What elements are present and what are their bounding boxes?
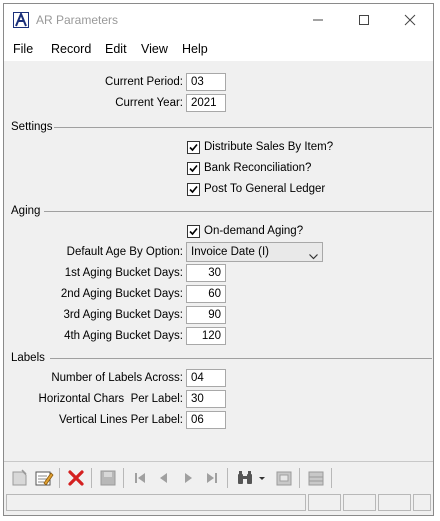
bucket2-field[interactable]: 60 (186, 285, 226, 303)
bucket3-field[interactable]: 90 (186, 306, 226, 324)
bank-reconciliation-checkbox[interactable] (187, 162, 200, 175)
labels-across-label: Number of Labels Across: (51, 372, 183, 384)
default-age-label: Default Age By Option: (66, 246, 183, 258)
toolbar-separator (299, 468, 300, 488)
labels-section-title: Labels (11, 352, 45, 364)
chevron-down-icon (309, 248, 318, 266)
distribute-sales-label: Distribute Sales By Item? (204, 141, 334, 153)
status-panel-2 (343, 494, 376, 511)
menu-edit[interactable]: Edit (105, 42, 127, 56)
settings-section-title: Settings (11, 121, 53, 133)
menu-record[interactable]: Record (51, 42, 91, 56)
aging-divider (44, 211, 432, 212)
edit-record-icon[interactable] (34, 468, 54, 488)
current-period-field[interactable]: 03 (186, 73, 226, 91)
labels-across-field[interactable]: 04 (186, 369, 226, 387)
horizontal-chars-field[interactable]: 30 (186, 390, 226, 408)
find-binoculars-icon[interactable] (235, 468, 255, 488)
bucket3-label: 3rd Aging Bucket Days: (63, 309, 183, 321)
status-panel-main (6, 494, 306, 511)
last-record-icon[interactable] (202, 468, 222, 488)
bucket1-label: 1st Aging Bucket Days: (64, 267, 183, 279)
toolbar (4, 461, 433, 492)
labels-divider (50, 358, 432, 359)
toolbar-separator (227, 468, 228, 488)
menu-bar: File Record Edit View Help (4, 36, 433, 61)
find-dropdown-icon[interactable] (257, 468, 267, 488)
menu-view[interactable]: View (141, 42, 168, 56)
bucket4-label: 4th Aging Bucket Days: (64, 330, 183, 342)
bucket1-field[interactable]: 30 (186, 264, 226, 282)
current-period-label: Current Period: (105, 76, 183, 88)
default-age-selected-value: Invoice Date (I) (191, 246, 269, 258)
maximize-button[interactable] (341, 4, 387, 36)
window-title: AR Parameters (36, 13, 119, 27)
toolbar-separator (123, 468, 124, 488)
bucket4-field[interactable]: 120 (186, 327, 226, 345)
form-content: Current Period: 03 Current Year: 2021 Se… (4, 61, 433, 481)
current-year-label: Current Year: (115, 97, 183, 109)
default-age-select[interactable]: Invoice Date (I) (186, 242, 323, 262)
app-logo-icon (13, 11, 29, 28)
menu-file[interactable]: File (13, 42, 33, 56)
close-button[interactable] (387, 4, 433, 36)
aging-section-title: Aging (11, 205, 41, 217)
title-bar[interactable]: AR Parameters (4, 4, 433, 36)
post-to-gl-label: Post To General Ledger (204, 183, 326, 195)
status-panel-1 (308, 494, 341, 511)
toolbar-separator (59, 468, 60, 488)
current-year-field[interactable]: 2021 (186, 94, 226, 112)
on-demand-aging-label: On-demand Aging? (204, 225, 304, 237)
toolbar-separator (91, 468, 92, 488)
settings-divider (54, 127, 432, 128)
status-bar (4, 492, 433, 515)
vertical-lines-label: Vertical Lines Per Label: (58, 414, 183, 426)
next-record-icon[interactable] (178, 468, 198, 488)
save-icon[interactable] (98, 468, 118, 488)
list-view-icon[interactable] (306, 468, 326, 488)
bank-reconciliation-label: Bank Reconciliation? (204, 162, 312, 174)
print-preview-icon[interactable] (274, 468, 294, 488)
bucket2-label: 2nd Aging Bucket Days: (60, 288, 183, 300)
menu-help[interactable]: Help (182, 42, 208, 56)
resize-grip[interactable] (413, 494, 431, 511)
post-to-gl-checkbox[interactable] (187, 183, 200, 196)
ar-parameters-window: AR Parameters File Record Edit View Help… (3, 3, 434, 516)
distribute-sales-checkbox[interactable] (187, 141, 200, 154)
vertical-lines-field[interactable]: 06 (186, 411, 226, 429)
first-record-icon[interactable] (130, 468, 150, 488)
status-panel-3 (378, 494, 411, 511)
toolbar-separator (331, 468, 332, 488)
delete-icon[interactable] (66, 468, 86, 488)
minimize-button[interactable] (295, 4, 341, 36)
new-record-icon[interactable] (10, 468, 30, 488)
horizontal-chars-label: Horizontal Chars Per Label: (38, 393, 183, 405)
on-demand-aging-checkbox[interactable] (187, 225, 200, 238)
previous-record-icon[interactable] (154, 468, 174, 488)
